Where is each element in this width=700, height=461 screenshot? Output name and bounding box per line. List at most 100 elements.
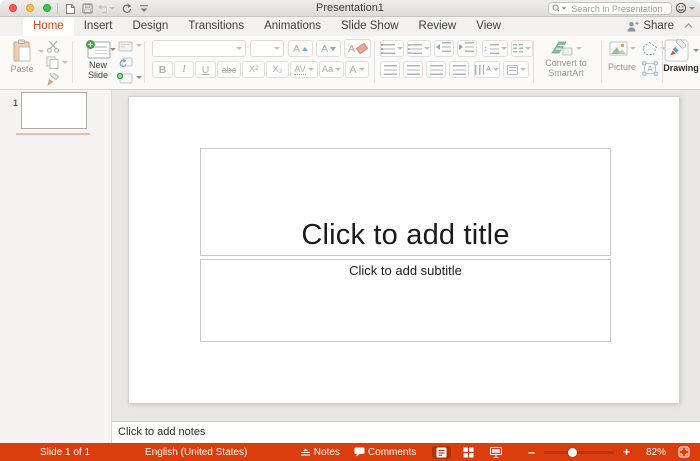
copy-chevron-icon (62, 61, 68, 64)
tab-design[interactable]: Design (122, 17, 178, 36)
font-size-combo[interactable] (250, 40, 284, 57)
text-direction-button[interactable]: A (474, 61, 500, 78)
selected-thumbnail-underline (16, 133, 90, 135)
zoom-out-button[interactable]: – (528, 445, 535, 459)
paste-button[interactable]: Paste (6, 39, 38, 74)
picture-button[interactable]: Picture (605, 41, 639, 72)
line-spacing-button[interactable]: ↕ (482, 40, 508, 57)
fit-to-window-icon (678, 446, 690, 458)
redo-icon (121, 3, 132, 14)
slide-sorter-view-button[interactable] (459, 446, 478, 459)
bullets-button[interactable] (380, 40, 404, 57)
language-status[interactable]: English (United States) (145, 447, 247, 458)
notes-toggle-button[interactable]: Notes (300, 447, 340, 458)
text-box-button[interactable]: A (642, 61, 658, 76)
strikethrough-button[interactable]: abc (217, 61, 241, 78)
section-button[interactable] (116, 72, 133, 84)
character-spacing-button[interactable]: AV (290, 61, 318, 78)
italic-button[interactable]: I (174, 61, 194, 78)
fit-slide-to-window-button[interactable] (674, 445, 694, 459)
new-slide-button[interactable]: New Slide (79, 39, 117, 80)
drawing-button[interactable]: Drawing (664, 39, 698, 73)
strikethrough-letters: abc (222, 65, 237, 75)
superscript-button[interactable]: X² (242, 61, 265, 78)
font-name-combo[interactable] (152, 40, 246, 57)
font-color-button[interactable]: A (345, 61, 369, 78)
slide-number: 1 (4, 98, 18, 108)
align-right-icon (430, 65, 443, 75)
new-document-button[interactable] (63, 2, 77, 15)
align-right-button[interactable] (426, 61, 446, 78)
zoom-in-button[interactable]: + (623, 445, 630, 459)
feedback-button[interactable] (675, 2, 695, 14)
align-left-button[interactable] (380, 61, 400, 78)
underline-button[interactable]: U (195, 61, 216, 78)
minimize-window-button[interactable] (26, 4, 34, 12)
layout-button[interactable] (118, 41, 133, 52)
tab-home[interactable]: Home (23, 17, 74, 36)
tab-insert[interactable]: Insert (74, 17, 123, 36)
change-case-button[interactable]: Aa (319, 61, 344, 78)
undo-button[interactable] (97, 2, 115, 15)
columns-chevron-icon (525, 47, 531, 50)
window-title: Presentation1 (150, 2, 550, 15)
notes-pane[interactable]: Click to add notes (112, 421, 700, 443)
close-window-button[interactable] (9, 4, 17, 12)
zoom-level[interactable]: 82% (646, 447, 666, 458)
search-box[interactable] (548, 2, 672, 15)
redo-button[interactable] (119, 2, 133, 15)
zoom-window-button[interactable] (43, 4, 51, 12)
tab-view[interactable]: View (466, 17, 511, 36)
character-spacing-chevron-icon (308, 68, 314, 71)
grow-font-button[interactable]: A (288, 40, 313, 57)
cut-button[interactable] (46, 40, 60, 53)
reset-slide-button[interactable] (118, 56, 133, 68)
copy-button[interactable] (46, 56, 59, 69)
ribbon-tab-bar: Home Insert Design Transitions Animation… (0, 17, 700, 36)
slide-show-button[interactable] (486, 446, 506, 459)
comments-label: Comments (368, 447, 416, 458)
share-button[interactable]: Share (626, 20, 693, 32)
search-input[interactable] (569, 3, 668, 15)
shrink-font-button[interactable]: A (316, 40, 341, 57)
paste-clipboard-icon (12, 39, 33, 63)
group-divider (144, 41, 145, 83)
bold-button[interactable]: B (152, 61, 173, 78)
numbering-button[interactable] (407, 40, 431, 57)
align-center-button[interactable] (403, 61, 423, 78)
group-divider (601, 41, 602, 83)
share-label: Share (643, 20, 674, 32)
cut-scissors-icon (46, 40, 60, 53)
justify-button[interactable] (449, 61, 469, 78)
collapse-ribbon-chevron-icon[interactable] (684, 23, 693, 29)
feedback-chevron-icon (689, 7, 695, 10)
zoom-slider[interactable] (544, 448, 614, 457)
save-button[interactable] (80, 2, 94, 15)
tab-slide-show[interactable]: Slide Show (331, 17, 409, 36)
toolbar-options-icon (139, 4, 149, 13)
font-name-chevron-icon (236, 47, 242, 50)
columns-button[interactable] (511, 40, 533, 57)
tab-review[interactable]: Review (409, 17, 467, 36)
smartart-icon (550, 40, 574, 57)
customize-toolbar-button[interactable] (137, 2, 151, 15)
shapes-icon (641, 41, 658, 56)
comments-button[interactable]: Comments (354, 447, 416, 458)
align-text-button[interactable] (503, 61, 529, 78)
subscript-button[interactable]: X₂ (266, 61, 289, 78)
title-placeholder[interactable]: Click to add title (200, 148, 611, 256)
slide-1-thumbnail[interactable] (21, 92, 87, 129)
tab-animations[interactable]: Animations (254, 17, 331, 36)
increase-indent-button[interactable] (457, 40, 477, 57)
slide-editing-surface[interactable]: Click to add title Click to add subtitle (128, 96, 680, 404)
tab-transitions[interactable]: Transitions (178, 17, 254, 36)
convert-to-smartart-button[interactable]: Convert to SmartArt (536, 40, 596, 78)
normal-view-button[interactable] (432, 446, 451, 459)
increase-indent-icon (460, 42, 474, 55)
zoom-slider-thumb[interactable] (568, 448, 577, 457)
clear-formatting-button[interactable]: A (344, 39, 371, 58)
format-painter-button[interactable] (44, 73, 59, 86)
decrease-indent-button[interactable] (434, 40, 454, 57)
subtitle-placeholder[interactable]: Click to add subtitle (200, 259, 611, 342)
status-bar: Slide 1 of 1 English (United States) Not… (0, 443, 700, 461)
